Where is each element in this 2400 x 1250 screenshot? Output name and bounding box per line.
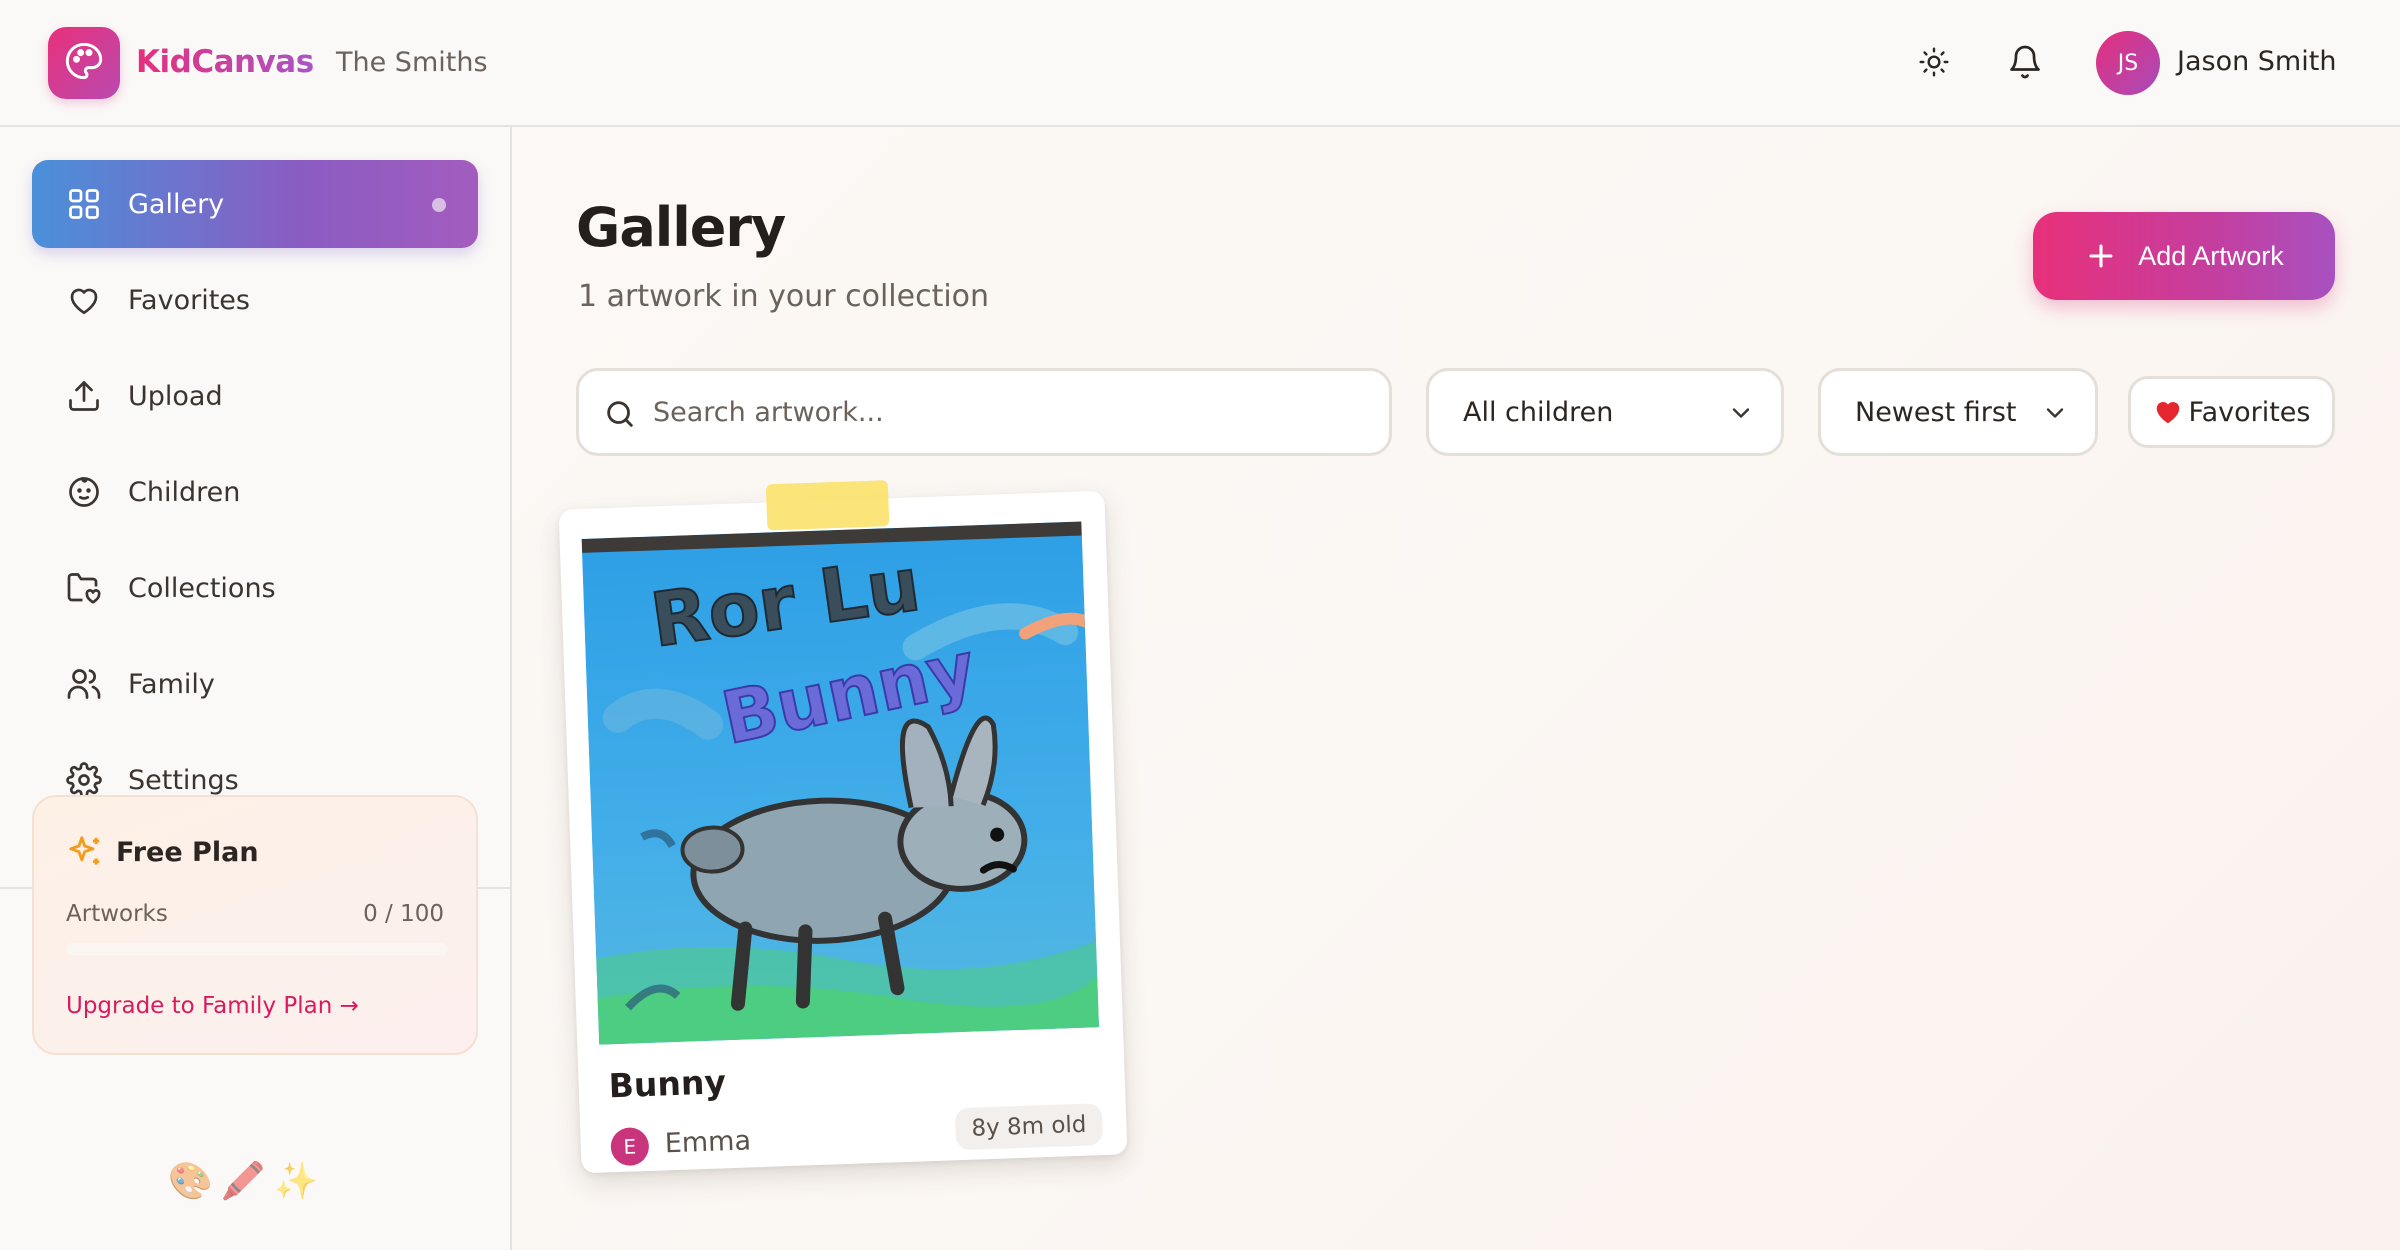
page-subtitle: 1 artwork in your collection — [578, 279, 990, 314]
family-name: The Smiths — [336, 47, 488, 78]
palette-icon — [64, 41, 104, 85]
plus-icon — [2084, 239, 2118, 273]
app-logo[interactable] — [48, 27, 120, 99]
brand-name[interactable]: KidCanvas — [136, 44, 314, 80]
grid-icon — [64, 184, 104, 224]
chevron-down-icon — [1727, 399, 1755, 427]
plan-card: Free Plan Artworks 0 / 100 Upgrade to Fa… — [32, 795, 478, 1055]
sort-select[interactable]: Newest first — [1818, 368, 2098, 456]
add-artwork-button[interactable]: Add Artwork — [2033, 212, 2335, 300]
upgrade-link[interactable]: Upgrade to Family Plan → — [66, 993, 359, 1019]
notifications-button[interactable] — [2001, 40, 2049, 88]
add-artwork-label: Add Artwork — [2138, 240, 2284, 271]
sparkles-icon — [66, 833, 104, 871]
sidebar: Gallery Favorites Upload Children Collec… — [0, 127, 512, 1250]
plan-metric-value: 0 / 100 — [363, 901, 444, 927]
artwork-title: Bunny — [608, 1062, 727, 1106]
artwork-card[interactable]: Ror Lu Bunny Bunny E Emma 8y 8m old — [558, 480, 1128, 1174]
sidebar-item-label: Collections — [128, 572, 276, 604]
artwork-image[interactable]: Ror Lu Bunny — [581, 521, 1099, 1045]
upload-icon — [64, 376, 104, 416]
sidebar-item-label: Children — [128, 476, 241, 508]
sidebar-item-favorites[interactable]: Favorites — [32, 256, 478, 344]
bell-icon — [2007, 44, 2043, 84]
bunny-painting: Ror Lu Bunny — [581, 521, 1099, 1045]
sun-icon — [1918, 46, 1950, 82]
sidebar-item-label: Settings — [128, 764, 239, 796]
top-header: KidCanvas The Smiths JS Jason Smith — [0, 0, 2400, 127]
sidebar-item-upload[interactable]: Upload — [32, 352, 478, 440]
decorative-emoji: 🎨🖍️✨ — [168, 1161, 327, 1202]
sort-value: Newest first — [1855, 396, 2017, 428]
child-face-icon — [64, 472, 104, 512]
users-icon — [64, 664, 104, 704]
sidebar-item-label: Family — [128, 668, 215, 700]
sidebar-item-label: Upload — [128, 380, 223, 412]
sidebar-item-children[interactable]: Children — [32, 448, 478, 536]
theme-toggle-button[interactable] — [1910, 40, 1958, 88]
sidebar-item-family[interactable]: Family — [32, 640, 478, 728]
plan-title: Free Plan — [116, 837, 259, 868]
plan-progress-bar — [66, 943, 448, 955]
plan-metric-label: Artworks — [66, 901, 168, 927]
gear-icon — [64, 760, 104, 800]
favorites-filter-button[interactable]: Favorites — [2128, 376, 2335, 448]
folder-heart-icon — [64, 568, 104, 608]
child-name: Emma — [664, 1125, 752, 1160]
sidebar-item-label: Gallery — [128, 188, 225, 220]
child-filter-value: All children — [1463, 396, 1614, 428]
search-field[interactable] — [576, 368, 1392, 456]
heart-icon — [64, 280, 104, 320]
child-filter-select[interactable]: All children — [1426, 368, 1784, 456]
active-indicator-dot — [432, 198, 446, 212]
search-input[interactable] — [653, 371, 1373, 453]
page-title: Gallery — [576, 196, 786, 259]
heart-filled-icon — [2153, 397, 2183, 427]
sidebar-item-label: Favorites — [128, 284, 250, 316]
user-name[interactable]: Jason Smith — [2177, 46, 2336, 77]
favorites-filter-label: Favorites — [2188, 396, 2311, 428]
search-icon — [603, 397, 637, 431]
tape-decoration — [765, 480, 890, 531]
user-avatar[interactable]: JS — [2096, 31, 2160, 95]
child-avatar: E — [610, 1126, 650, 1167]
chevron-down-icon — [2041, 399, 2069, 427]
sidebar-item-collections[interactable]: Collections — [32, 544, 478, 632]
age-badge: 8y 8m old — [954, 1103, 1104, 1151]
sidebar-item-gallery[interactable]: Gallery — [32, 160, 478, 248]
